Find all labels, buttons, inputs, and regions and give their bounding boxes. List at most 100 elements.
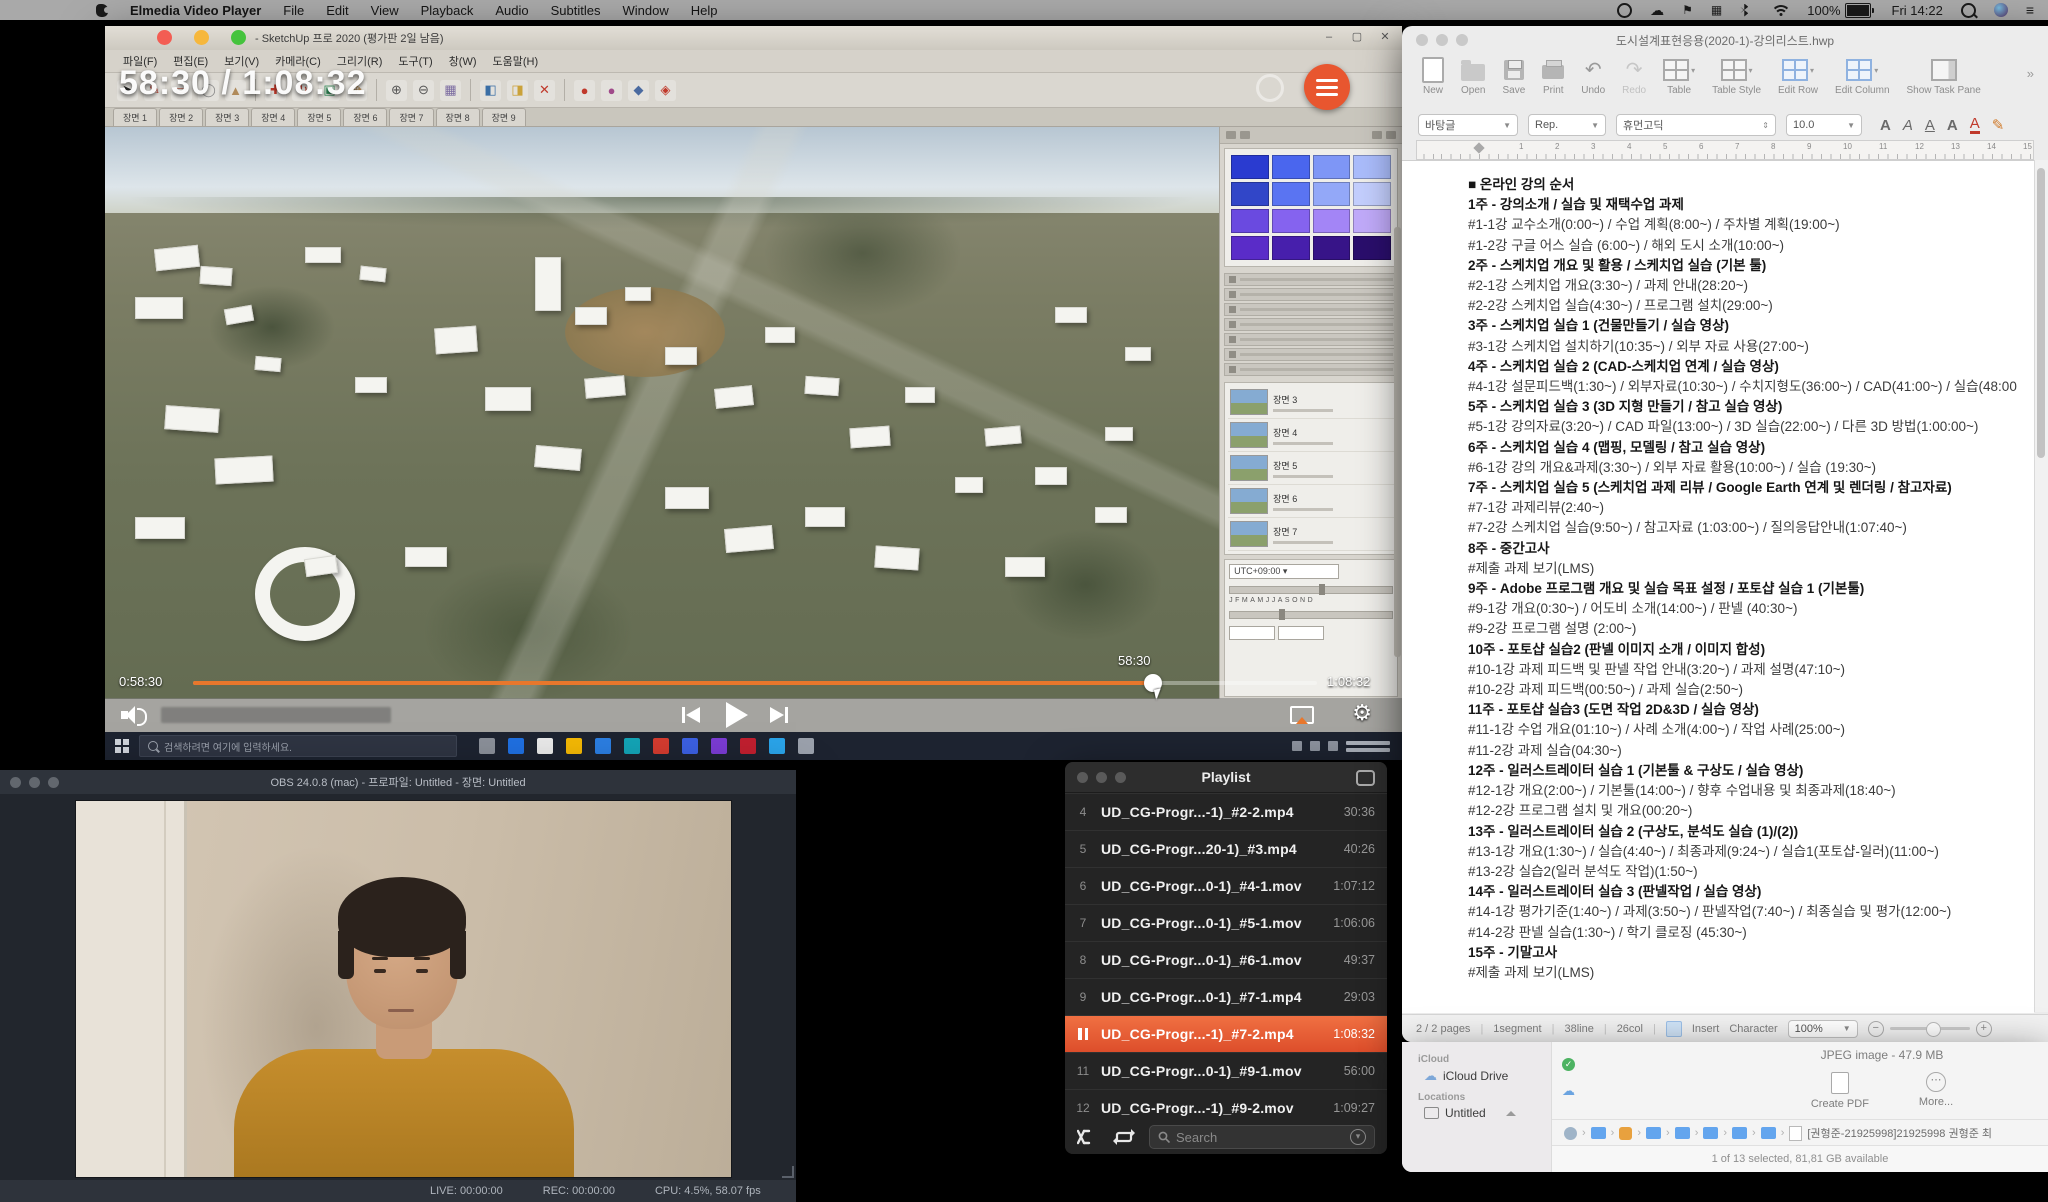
sketchup-tool-icon[interactable]: ⊖ xyxy=(413,80,434,101)
taskbar-app-icon[interactable] xyxy=(711,738,727,754)
scene-tab[interactable]: 장면 7 xyxy=(389,108,433,126)
wifi-icon[interactable] xyxy=(1773,5,1789,16)
windows-search-box[interactable]: 검색하려면 여기에 입력하세요. xyxy=(139,735,457,757)
more-action[interactable]: ⋯More... xyxy=(1919,1072,1953,1110)
playlist-row[interactable]: 11 UD_CG-Progr...0-1)_#9-1.mov 56:00 xyxy=(1065,1052,1387,1089)
hwp-toolbar-open[interactable]: Open xyxy=(1461,58,1485,96)
color-swatch[interactable] xyxy=(1313,182,1351,206)
taskbar-app-icon[interactable] xyxy=(798,738,814,754)
color-swatch[interactable] xyxy=(1231,155,1269,179)
menu-item[interactable]: Edit xyxy=(326,3,348,18)
breadcrumb-folder-icon[interactable] xyxy=(1591,1127,1606,1139)
menu-item[interactable]: Subtitles xyxy=(551,3,601,18)
hwp-toolbar-redo[interactable]: ↷Redo xyxy=(1622,58,1646,96)
shadow-time-field[interactable] xyxy=(1229,626,1275,640)
eject-icon[interactable] xyxy=(1506,1111,1516,1116)
tray-panel-row[interactable] xyxy=(1224,363,1398,376)
cloud-sync-icon[interactable]: ☁ xyxy=(1650,4,1664,17)
sketchup-3d-viewport[interactable] xyxy=(105,127,1219,699)
sidebar-item-untitled[interactable]: Untitled xyxy=(1424,1106,1551,1120)
text-style-button[interactable]: A xyxy=(1880,117,1891,134)
window-control-button[interactable]: ✕ xyxy=(1376,29,1394,45)
zoom-in-icon[interactable]: + xyxy=(1976,1021,1992,1037)
utc-select[interactable]: UTC+09:00 ▾ xyxy=(1229,564,1339,579)
date-slider[interactable] xyxy=(1229,611,1393,619)
breadcrumb-folder-icon[interactable] xyxy=(1646,1127,1661,1139)
webcam-preview[interactable] xyxy=(75,800,732,1178)
taskbar-app-icon[interactable] xyxy=(479,738,495,754)
hwp-toolbar-edit-column[interactable]: ▾Edit Column xyxy=(1835,58,1889,96)
hwp-toolbar-edit-row[interactable]: ▾Edit Row xyxy=(1778,58,1818,96)
shadow-date-field[interactable] xyxy=(1278,626,1324,640)
color-swatch[interactable] xyxy=(1231,236,1269,260)
taskbar-app-icon[interactable] xyxy=(740,738,756,754)
tray-panel-row[interactable] xyxy=(1224,318,1398,331)
zoom-combo[interactable]: 100%▼ xyxy=(1788,1020,1858,1038)
next-button[interactable] xyxy=(768,704,790,726)
hwp-toolbar-print[interactable]: Print xyxy=(1542,58,1564,96)
taskbar-app-icon[interactable] xyxy=(682,738,698,754)
playlist-row[interactable]: 5 UD_CG-Progr...20-1)_#3.mp4 40:26 xyxy=(1065,830,1387,867)
resize-handle[interactable] xyxy=(782,1166,794,1178)
playlist-search-field[interactable]: Search ▾ xyxy=(1149,1125,1375,1149)
hwp-toolbar-undo[interactable]: ↶Undo xyxy=(1581,58,1605,96)
color-swatch[interactable] xyxy=(1272,155,1310,179)
hwp-toolbar-show-task-pane[interactable]: Show Task Pane xyxy=(1907,58,1981,96)
color-swatch[interactable] xyxy=(1353,209,1391,233)
taskbar-app-icon[interactable] xyxy=(595,738,611,754)
scene-item[interactable]: 장면 4 xyxy=(1228,419,1394,452)
volume-icon[interactable] xyxy=(121,705,147,725)
zoom-out-icon[interactable]: − xyxy=(1868,1021,1884,1037)
zoom-button[interactable] xyxy=(231,30,246,45)
create-pdf-action[interactable]: Create PDF xyxy=(1811,1072,1869,1110)
shuffle-icon[interactable] xyxy=(1077,1129,1099,1145)
notification-center-icon[interactable]: ≡ xyxy=(2026,4,2034,17)
scene-tab[interactable]: 장면 2 xyxy=(159,108,203,126)
highlight-pen-icon[interactable]: ✎ xyxy=(1992,116,2005,134)
play-button[interactable] xyxy=(720,700,750,730)
text-style-button[interactable]: A xyxy=(1925,117,1935,134)
app-menu-title[interactable]: Elmedia Video Player xyxy=(130,3,261,18)
tray-scrollbar[interactable] xyxy=(1394,227,1401,657)
sketchup-tool-icon[interactable]: ● xyxy=(601,80,622,101)
settings-gear-icon[interactable]: ⚙ xyxy=(1352,700,1372,726)
sketchup-title-bar[interactable]: - SketchUp 프로 2020 (평가판 2일 남음) –▢✕ xyxy=(105,26,1402,50)
show-player-icon[interactable] xyxy=(1356,770,1375,786)
repeat-icon[interactable] xyxy=(1113,1129,1135,1145)
input-source-icon[interactable]: ▦ xyxy=(1711,4,1722,17)
text-style-button[interactable]: A xyxy=(1970,117,1980,134)
sketchup-tool-icon[interactable]: ◈ xyxy=(655,80,676,101)
font-size-combo[interactable]: 10.0▼ xyxy=(1786,114,1862,136)
menu-item[interactable]: Playback xyxy=(421,3,474,18)
sidebar-item-icloud-drive[interactable]: ☁iCloud Drive xyxy=(1424,1068,1551,1084)
hwp-toolbar-table[interactable]: ▾Table xyxy=(1663,58,1695,96)
tray-panel-row[interactable] xyxy=(1224,273,1398,286)
sketchup-tool-icon[interactable]: ◧ xyxy=(480,80,501,101)
color-swatch[interactable] xyxy=(1231,182,1269,206)
seek-bar[interactable]: 58:30 xyxy=(193,681,1317,685)
apple-icon[interactable] xyxy=(96,4,108,17)
player-menu-button[interactable] xyxy=(1304,64,1350,110)
tray-header[interactable] xyxy=(1220,127,1402,144)
color-swatch[interactable] xyxy=(1313,209,1351,233)
scene-item[interactable]: 장면 7 xyxy=(1228,518,1394,551)
sketchup-tool-icon[interactable]: ◨ xyxy=(507,80,528,101)
breadcrumb-folder-icon[interactable] xyxy=(1675,1127,1690,1139)
obs-title-bar[interactable]: OBS 24.0.8 (mac) - 프로파일: Untitled - 장면: … xyxy=(0,770,796,794)
document-scrollbar[interactable] xyxy=(2034,160,2048,1012)
menu-item[interactable]: Audio xyxy=(495,3,528,18)
tray-panel-row[interactable] xyxy=(1224,288,1398,301)
menu-item[interactable]: Help xyxy=(691,3,718,18)
taskbar-app-icon[interactable] xyxy=(624,738,640,754)
previous-button[interactable] xyxy=(680,704,702,726)
playlist-row[interactable]: 10 UD_CG-Progr...-1)_#7-2.mp4 1:08:32 xyxy=(1065,1015,1387,1052)
obs-status-icon[interactable] xyxy=(1617,3,1632,18)
tray-panel-row[interactable] xyxy=(1224,333,1398,346)
scene-tab[interactable]: 장면 9 xyxy=(482,108,526,126)
sketchup-tool-icon[interactable]: ✕ xyxy=(534,80,555,101)
sketchup-menu-item[interactable]: 창(W) xyxy=(449,53,477,69)
color-swatch[interactable] xyxy=(1313,155,1351,179)
text-style-button[interactable]: A xyxy=(1903,117,1913,134)
scene-tab[interactable]: 장면 6 xyxy=(343,108,387,126)
color-swatch[interactable] xyxy=(1272,209,1310,233)
